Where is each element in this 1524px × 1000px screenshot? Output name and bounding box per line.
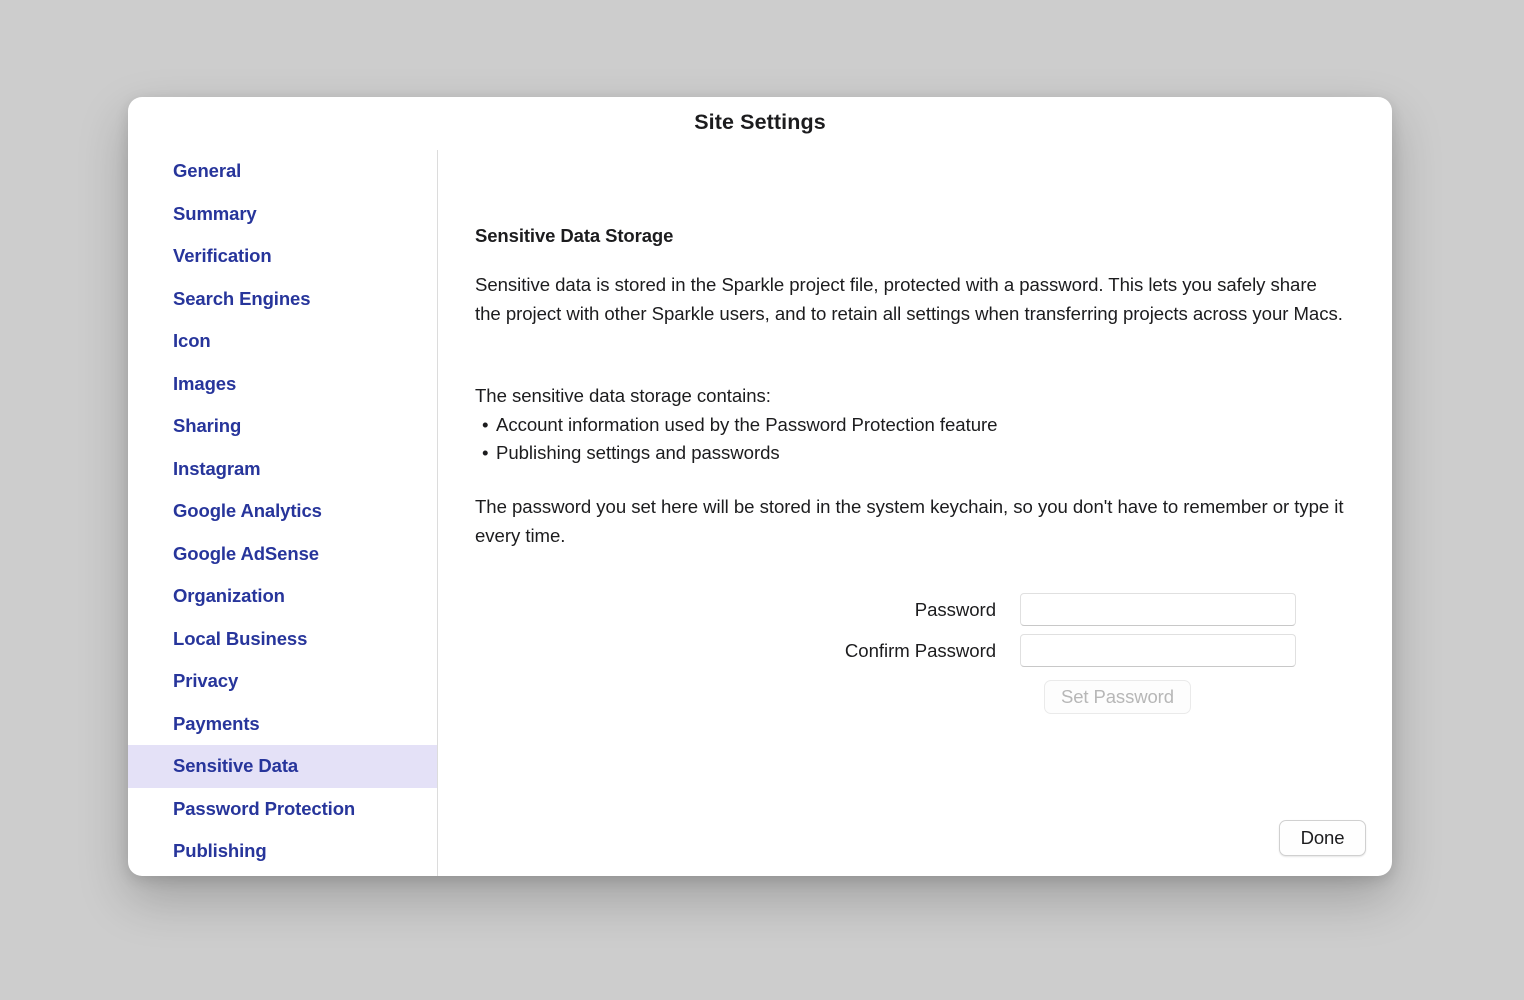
confirm-password-row: Confirm Password: [438, 634, 1392, 667]
sidebar-item-general[interactable]: General: [128, 150, 437, 193]
bullet-text: Publishing settings and passwords: [496, 442, 780, 463]
sidebar-item-organization[interactable]: Organization: [128, 575, 437, 618]
contains-intro: The sensitive data storage contains:: [475, 385, 771, 406]
sidebar-item-label: Organization: [173, 585, 285, 607]
site-settings-dialog: Site Settings General Summary Verification…: [128, 97, 1392, 876]
sidebar-item-label: Icon: [173, 330, 211, 352]
sidebar-item-google-analytics[interactable]: Google Analytics: [128, 490, 437, 533]
list-item: • Publishing settings and passwords: [475, 439, 1345, 468]
confirm-password-label: Confirm Password: [844, 639, 996, 661]
desktop-background: Site Settings General Summary Verification…: [0, 0, 1524, 1000]
sidebar-item-label: Publishing: [173, 840, 267, 862]
sidebar-item-verification[interactable]: Verification: [128, 235, 437, 278]
password-input[interactable]: [1020, 593, 1296, 626]
sidebar-item-label: Instagram: [173, 457, 261, 479]
sidebar-item-images[interactable]: Images: [128, 363, 437, 406]
sidebar-item-label: Sharing: [173, 415, 242, 437]
list-item: • Account information used by the Passwor…: [475, 411, 1345, 440]
sidebar-item-icon[interactable]: Icon: [128, 320, 437, 363]
settings-content-panel: Sensitive Data Storage i Sensitive data …: [438, 150, 1392, 876]
sidebar-item-payments[interactable]: Payments: [128, 703, 437, 746]
sidebar-item-label: Google Analytics: [173, 500, 322, 522]
sidebar-item-label: General: [173, 160, 242, 182]
dialog-title: Site Settings: [694, 110, 826, 134]
sidebar-item-label: Payments: [173, 712, 260, 734]
sidebar-item-label: Local Business: [173, 627, 308, 649]
sidebar-item-google-adsense[interactable]: Google AdSense: [128, 533, 437, 576]
sidebar-item-sharing[interactable]: Sharing: [128, 405, 437, 448]
sidebar-item-sensitive-data[interactable]: Sensitive Data: [128, 745, 437, 788]
password-form: Password Confirm Password Set Password: [438, 593, 1392, 714]
contains-bullet-list: • Account information used by the Passwor…: [475, 411, 1345, 468]
password-label: Password: [914, 598, 996, 620]
sidebar-item-label: Privacy: [173, 670, 239, 692]
sidebar-item-instagram[interactable]: Instagram: [128, 448, 437, 491]
sidebar-item-label: Google AdSense: [173, 542, 319, 564]
keychain-paragraph: The password you set here will be stored…: [475, 496, 1344, 546]
settings-sidebar: General Summary Verification Search Engines…: [128, 150, 437, 876]
sidebar-item-label: Images: [173, 372, 237, 394]
sidebar-item-summary[interactable]: Summary: [128, 193, 437, 236]
bullet-text: Account information used by the Password…: [496, 413, 998, 435]
set-password-row: Set Password: [438, 680, 1392, 714]
sidebar-item-search-engines[interactable]: Search Engines: [128, 278, 437, 321]
contains-block: The sensitive data storage contains: • Ac…: [475, 382, 1345, 468]
sidebar-item-list: General Summary Verification Search Engines…: [128, 150, 437, 873]
set-password-button[interactable]: Set Password: [1044, 680, 1191, 714]
bullet-marker: •: [482, 442, 489, 463]
sidebar-item-label: Search Engines: [173, 287, 311, 309]
sidebar-item-label: Summary: [173, 202, 257, 224]
sidebar-item-publishing[interactable]: Publishing: [128, 830, 437, 873]
done-button[interactable]: Done: [1279, 820, 1366, 856]
sidebar-item-privacy[interactable]: Privacy: [128, 660, 437, 703]
bullet-marker: •: [482, 413, 489, 435]
form-spacer: [438, 680, 1020, 714]
intro-paragraph: Sensitive data is stored in the Sparkle …: [475, 274, 1343, 324]
sidebar-item-password-protection[interactable]: Password Protection: [128, 788, 437, 831]
section-title: Sensitive Data Storage: [475, 225, 674, 246]
confirm-password-input[interactable]: [1020, 634, 1296, 667]
sidebar-item-label: Password Protection: [173, 797, 356, 819]
sidebar-item-label: Sensitive Data: [173, 755, 299, 777]
sidebar-item-local-business[interactable]: Local Business: [128, 618, 437, 661]
password-row: Password: [438, 593, 1392, 626]
sidebar-item-label: Verification: [173, 245, 272, 267]
